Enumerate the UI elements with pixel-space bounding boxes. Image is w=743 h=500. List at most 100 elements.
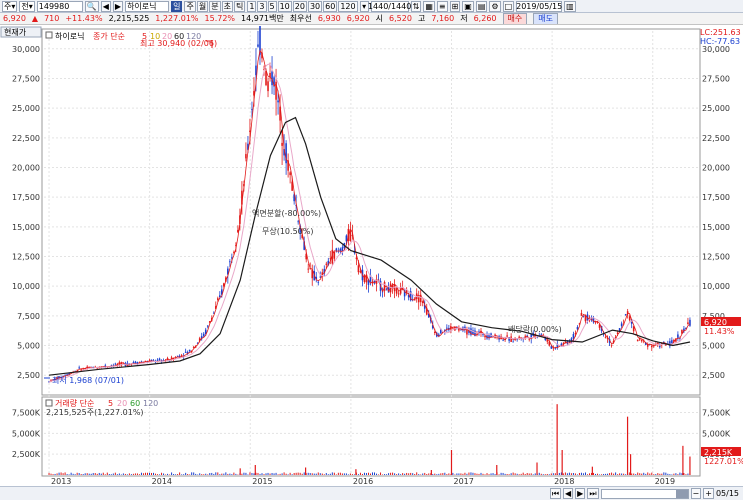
candle-body (281, 142, 283, 146)
candle-body (524, 335, 527, 337)
scroll-prev-icon[interactable]: ◀ (563, 488, 574, 499)
candle-body (610, 344, 613, 346)
interval-day-tab[interactable]: 일 (171, 0, 183, 12)
candle-body (78, 367, 80, 369)
minute-step-button[interactable]: 3 (257, 0, 267, 12)
x-tick-label: 2013 (51, 477, 71, 486)
price-tick-right: 2,500 (702, 371, 725, 380)
candle-body (202, 333, 205, 337)
bid-price: 6,920 (346, 14, 370, 23)
calendar-icon[interactable]: ▥ (564, 0, 576, 12)
high-annotation: 최고 30,940 (02/06) (140, 38, 217, 48)
candle-body (333, 251, 336, 259)
interval-tab[interactable]: 틱 (233, 0, 246, 12)
price-tick-right: 17,500 (702, 193, 730, 202)
scroll-last-icon[interactable]: ⏭ (587, 488, 599, 499)
search-icon[interactable]: 🔍 (84, 0, 99, 12)
price-tick-left: 27,500 (12, 74, 40, 83)
table-icon[interactable]: ▤ (475, 0, 488, 12)
candle-body (80, 369, 82, 371)
stock-name-field[interactable]: 하이로닉 (125, 0, 170, 12)
prev-stock-icon[interactable]: ◀ (100, 0, 111, 12)
minute-step-button[interactable]: 30 (307, 0, 323, 12)
price-tick-right: 10,000 (702, 282, 730, 291)
zoom-out-icon[interactable]: − (690, 488, 702, 499)
current-pct-tag: 11.43% (704, 327, 735, 336)
candle-body (289, 172, 291, 176)
volume-tick-left: 5,000K (12, 429, 41, 438)
interval-tabs: 주월분초틱 (184, 0, 246, 12)
high-label: 고 (417, 14, 426, 23)
price-tick-right: 27,500 (702, 74, 730, 83)
volume-current: 2,215,525주(1,227.01%) (46, 408, 144, 417)
trade-amount: 14,971백만 (241, 14, 284, 23)
candle-body (251, 109, 253, 110)
list-icon[interactable]: ≡ (436, 0, 448, 12)
low-annotation: 최저 1,968 (07/01) (52, 375, 124, 385)
scroll-next-icon[interactable]: ▶ (575, 488, 586, 499)
price-tick-left: 17,500 (12, 193, 40, 202)
candle-body (636, 339, 639, 342)
volume-pct: 1,227.01% (155, 14, 199, 23)
current-price-tag: 6,920 (704, 318, 727, 327)
split-annotation: 액면분할(-80.00%) (252, 208, 321, 218)
buy-button[interactable]: 매수 (502, 13, 528, 24)
sell-button[interactable]: 매도 (533, 13, 558, 24)
interval-tab[interactable]: 분 (209, 0, 221, 12)
stock-chart[interactable]: 2,500 2,5005,000 5,0007,500 7,50010,000 10,0… (0, 26, 743, 486)
interval-tab[interactable]: 월 (196, 0, 209, 12)
candle-body (363, 275, 366, 282)
price-tick-left: 20,000 (12, 163, 40, 172)
period-select[interactable]: 주 ▾ (2, 0, 18, 12)
zoom-in-icon[interactable]: + (703, 488, 714, 499)
interval-tab[interactable]: 주 (184, 0, 196, 12)
minute-step-button[interactable]: 10 (277, 0, 292, 12)
candle-body (257, 44, 259, 47)
candle-body (317, 281, 320, 283)
minute-steps: 1 3 5 10 20 30 60 120 (247, 0, 358, 12)
minute-step-button[interactable]: 1 (247, 0, 257, 12)
bar-count-field[interactable]: 1440/1440 (368, 0, 411, 12)
vol-legend-ma5: 5 (108, 399, 113, 408)
price-tick-right: 12,500 (702, 253, 730, 262)
window-icon[interactable]: □ (502, 0, 515, 12)
low-price: 6,260 (473, 14, 497, 23)
lc-value: LC:251.63 (700, 28, 741, 37)
high-price: 7,160 (431, 14, 455, 23)
bottom-scroll-bar: ⏮ ◀ ▶ ⏭ − + 05/15 (0, 486, 743, 500)
settings-icon[interactable]: ⚙ (489, 0, 501, 12)
candle-body (421, 301, 424, 304)
x-tick-label: 2017 (453, 477, 473, 486)
minute-step-button[interactable]: 20 (292, 0, 307, 12)
candle-body (267, 81, 269, 92)
minute-step-button[interactable]: 5 (267, 0, 277, 12)
stock-code-input[interactable]: 149980 (36, 0, 83, 12)
candle-body (506, 335, 508, 337)
volume-tick-right: 5,000K (702, 429, 731, 438)
price-change: 710 (44, 14, 60, 23)
candle-body (452, 327, 454, 329)
candle-body (659, 346, 661, 348)
minute-step-button[interactable]: 60 (323, 0, 338, 12)
zoom-icon[interactable]: ⊞ (449, 0, 461, 12)
candle-body (335, 248, 338, 251)
minute-step-button[interactable]: 120 (338, 0, 358, 12)
market-select[interactable]: 전 ▾ (19, 0, 35, 12)
screen-icon[interactable]: ▣ (462, 0, 474, 12)
turnover: 15.72% (204, 14, 236, 23)
interval-tab[interactable]: 초 (221, 0, 233, 12)
candle-body (158, 358, 161, 361)
price-tick-left: 15,000 (12, 223, 40, 232)
scroll-first-icon[interactable]: ⏮ (549, 488, 562, 499)
bar-count-spin-icon[interactable]: ⇅ (410, 0, 422, 12)
price-tick-right: 22,500 (702, 134, 730, 143)
x-tick-label: 2015 (252, 477, 272, 486)
grid-icon[interactable]: ▦ (423, 0, 435, 12)
next-stock-icon[interactable]: ▶ (112, 0, 124, 12)
period-value: 주 (4, 1, 12, 11)
zoom-slider[interactable] (600, 488, 689, 499)
candle-body (277, 100, 279, 103)
zoom-slider-knob[interactable] (675, 489, 688, 498)
dividend-annotation: 배당락(0.00%) (508, 324, 562, 334)
date-field[interactable]: 2019/05/15 (516, 0, 562, 12)
